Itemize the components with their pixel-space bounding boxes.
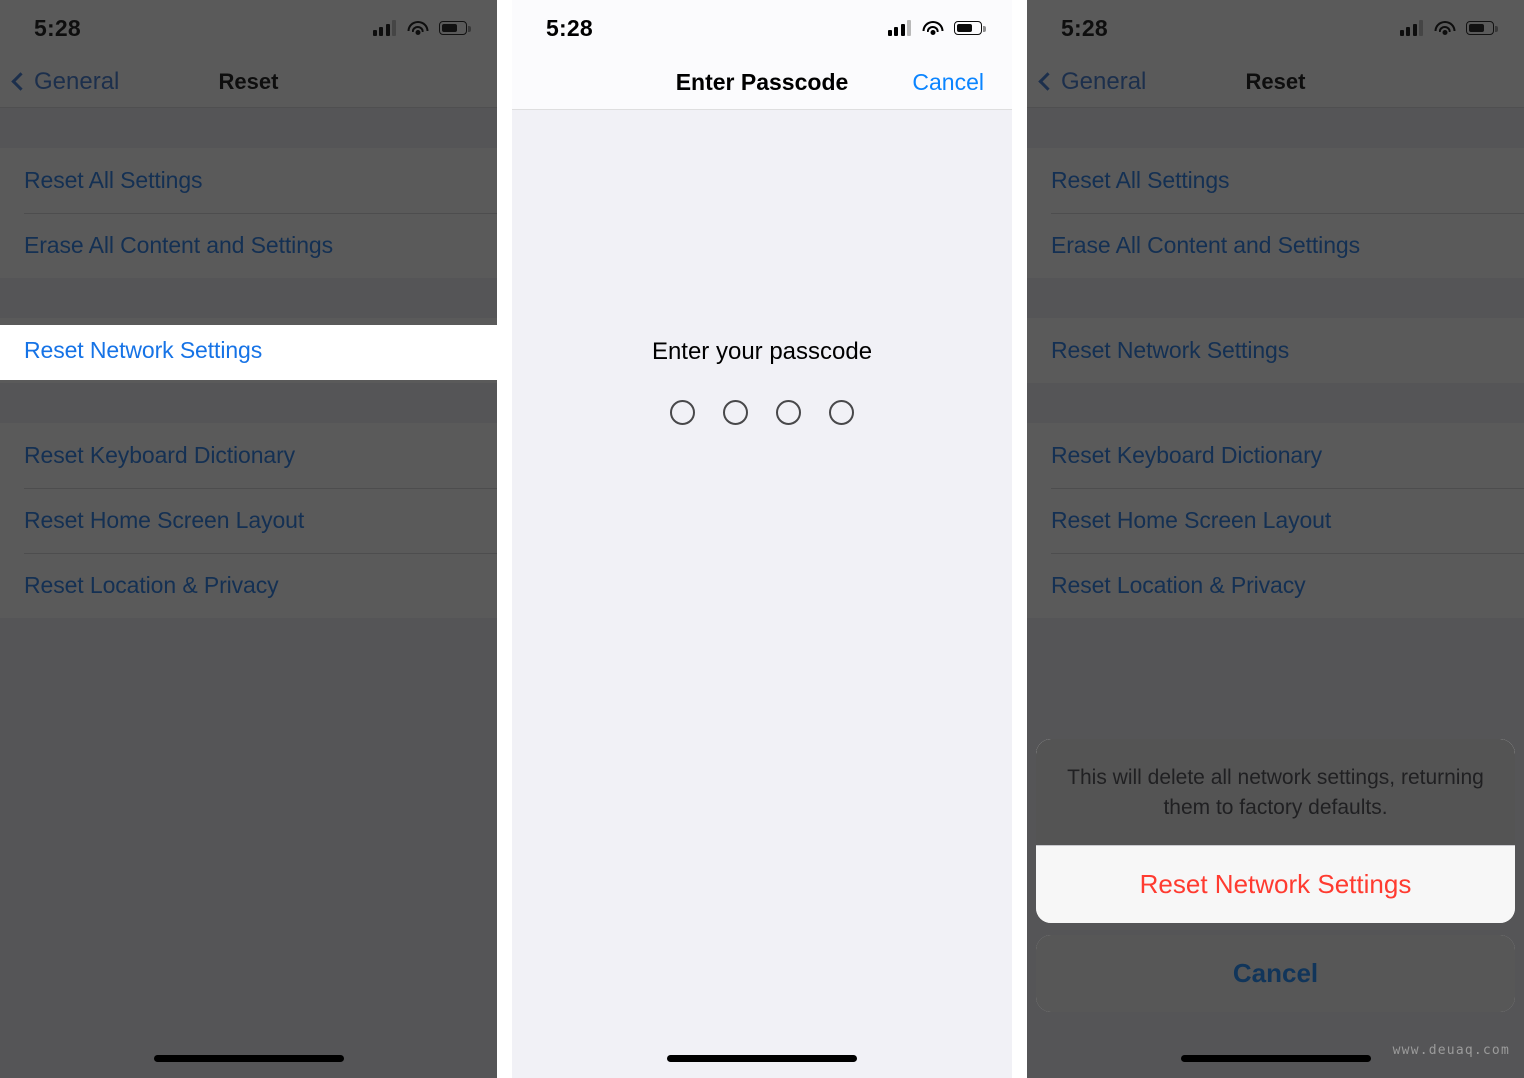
cellular-signal-icon [887,20,911,36]
wifi-icon [407,20,428,36]
passcode-navigation-bar: Enter Passcode Cancel [512,56,1012,110]
action-sheet-cancel-button[interactable]: Cancel [1036,935,1515,1012]
list-gap-top [1027,108,1524,148]
row-label: Reset Keyboard Dictionary [1051,442,1323,468]
navigation-bar: General Reset [1027,56,1524,108]
settings-group-b: Reset Network Settings [1027,318,1524,383]
row-reset-keyboard-dictionary[interactable]: Reset Keyboard Dictionary [1027,423,1524,488]
settings-group-c: Reset Keyboard Dictionary Reset Home Scr… [0,423,497,618]
site-watermark: www.deuaq.com [1392,1043,1510,1058]
list-gap-top [0,108,497,148]
settings-group-c: Reset Keyboard Dictionary Reset Home Scr… [1027,423,1524,618]
panel2-screen: 5:28 Enter Passcode Cancel Enter your pa… [512,0,1012,1078]
status-bar-icons [887,20,986,36]
list-filler [0,618,497,1078]
row-label: Erase All Content and Settings [24,232,333,258]
action-sheet: This will delete all network settings, r… [1036,739,1515,1012]
status-bar: 5:28 [0,0,497,56]
settings-group-a: Reset All Settings Erase All Content and… [0,148,497,278]
back-button-label: General [1061,67,1147,95]
passcode-title: Enter Passcode [675,69,849,95]
panel1-screen: 5:28 General Reset Reset All Settings Er… [0,0,497,1078]
cellular-signal-icon [1399,20,1423,36]
row-erase-all-content[interactable]: Erase All Content and Settings [1027,213,1524,278]
home-indicator [1180,1055,1371,1062]
phone-panel-confirm-sheet: 5:28 General Reset Reset All Settings Er… [1027,0,1524,1078]
row-reset-network-settings[interactable]: Reset Network Settings [0,318,497,383]
row-label: Reset Location & Privacy [1051,572,1306,598]
row-label: Erase All Content and Settings [1051,232,1360,258]
home-indicator [667,1055,857,1062]
list-gap-c [1027,383,1524,423]
row-label: Reset Network Settings [1051,337,1290,363]
battery-icon [439,21,471,35]
row-reset-all-settings[interactable]: Reset All Settings [1027,148,1524,213]
status-bar-clock: 5:28 [546,14,593,41]
phone-panel-reset-list: 5:28 General Reset Reset All Settings Er… [0,0,497,1078]
chevron-left-icon [1038,72,1057,91]
list-gap-c [0,383,497,423]
status-bar-clock: 5:28 [1061,14,1108,41]
action-sheet-message: This will delete all network settings, r… [1067,766,1484,820]
row-reset-network-settings[interactable]: Reset Network Settings [1027,318,1524,383]
back-button-general[interactable]: General [0,68,119,96]
row-label: Reset Location & Privacy [24,572,279,598]
cellular-signal-icon [372,20,396,36]
cancel-button[interactable]: Cancel [912,69,984,96]
chevron-left-icon [11,72,30,91]
settings-group-b: Reset Network Settings [0,318,497,383]
row-label: Reset All Settings [1051,167,1230,193]
wifi-icon [922,20,943,36]
wifi-icon [1434,20,1455,36]
row-label: Reset Network Settings [24,337,263,363]
action-sheet-card: This will delete all network settings, r… [1036,739,1515,923]
passcode-dot-1 [670,400,695,425]
row-reset-location-privacy[interactable]: Reset Location & Privacy [0,553,497,618]
row-label: Reset All Settings [24,167,203,193]
back-button-label: General [34,67,120,95]
row-reset-home-screen-layout[interactable]: Reset Home Screen Layout [0,488,497,553]
battery-icon [954,21,986,35]
row-label: Reset Keyboard Dictionary [24,442,296,468]
reset-network-settings-button[interactable]: Reset Network Settings [1036,846,1515,923]
screenshot-stage: 5:28 General Reset Reset All Settings Er… [0,0,1524,1078]
settings-group-a: Reset All Settings Erase All Content and… [1027,148,1524,278]
home-indicator [153,1055,344,1062]
battery-icon [1466,21,1498,35]
passcode-dot-4 [829,400,854,425]
list-gap-b [1027,278,1524,318]
list-gap-b [0,278,497,318]
settings-list: Reset All Settings Erase All Content and… [0,108,497,1078]
status-bar: 5:28 [512,0,1012,56]
passcode-dot-3 [776,400,801,425]
passcode-prompt: Enter your passcode [651,338,873,365]
back-button-general[interactable]: General [1027,68,1146,96]
passcode-dots[interactable] [512,400,1012,425]
passcode-body: Enter your passcode [512,110,1012,1078]
row-reset-home-screen-layout[interactable]: Reset Home Screen Layout [1027,488,1524,553]
row-erase-all-content[interactable]: Erase All Content and Settings [0,213,497,278]
panel3-screen: 5:28 General Reset Reset All Settings Er… [1027,0,1524,1078]
row-label: Reset Home Screen Layout [1051,507,1332,533]
row-reset-all-settings[interactable]: Reset All Settings [0,148,497,213]
row-reset-location-privacy[interactable]: Reset Location & Privacy [1027,553,1524,618]
row-label: Reset Home Screen Layout [24,507,305,533]
phone-panel-enter-passcode: 5:28 Enter Passcode Cancel Enter your pa… [512,0,1012,1078]
status-bar-icons [1399,20,1498,36]
status-bar-clock: 5:28 [34,14,81,41]
status-bar-icons [372,20,471,36]
row-reset-keyboard-dictionary[interactable]: Reset Keyboard Dictionary [0,423,497,488]
status-bar: 5:28 [1027,0,1524,56]
passcode-dot-2 [723,400,748,425]
navigation-bar: General Reset [0,56,497,108]
